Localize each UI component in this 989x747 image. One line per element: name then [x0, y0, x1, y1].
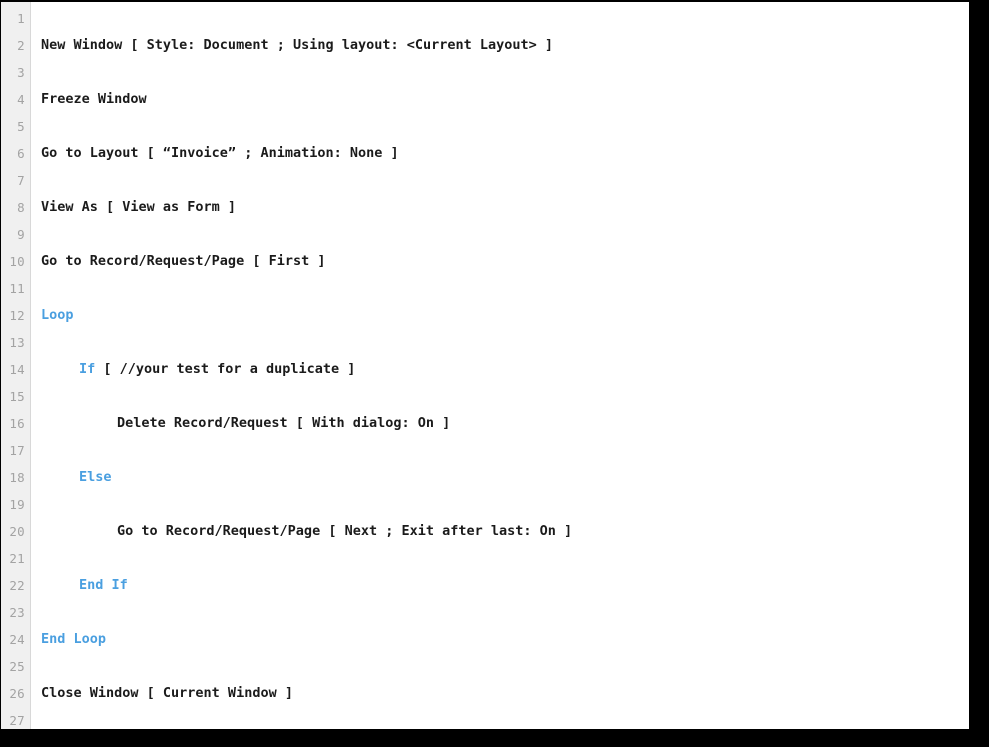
code-line[interactable]	[41, 167, 969, 194]
line-number: 24	[9, 632, 25, 647]
line-number: 7	[17, 173, 25, 188]
line-number: 6	[17, 146, 25, 161]
code-line[interactable]	[41, 707, 969, 729]
code-line[interactable]	[41, 437, 969, 464]
line-number: 8	[17, 200, 25, 215]
line-number: 21	[9, 551, 25, 566]
line-number: 25	[9, 659, 25, 674]
code-line[interactable]: If [ //your test for a duplicate ]	[41, 356, 969, 383]
code-line[interactable]: Go to Record/Request/Page [ First ]	[41, 248, 969, 275]
code-area[interactable]: New Window [ Style: Document ; Using lay…	[31, 2, 969, 729]
code-line[interactable]: End If	[41, 572, 969, 599]
line-number: 15	[9, 389, 25, 404]
line-number: 13	[9, 335, 25, 350]
script-step-text: Go to Record/Request/Page [ First ]	[41, 253, 326, 269]
code-line[interactable]: Delete Record/Request [ With dialog: On …	[41, 410, 969, 437]
line-number: 26	[9, 686, 25, 701]
code-line[interactable]: New Window [ Style: Document ; Using lay…	[41, 32, 969, 59]
line-number: 27	[9, 713, 25, 728]
code-line[interactable]	[41, 545, 969, 572]
line-number: 22	[9, 578, 25, 593]
script-keyword: End If	[79, 577, 128, 593]
code-line[interactable]	[41, 275, 969, 302]
script-editor-pane[interactable]: 1 2 3 4 5 6 7 8 9 10 11 12 13 14 15 16 17 18 19 20 21 22 23 24 2…	[1, 2, 969, 729]
script-step-text: Go to Record/Request/Page [ Next ; Exit …	[117, 523, 573, 539]
script-keyword: If	[79, 361, 96, 377]
code-line[interactable]: Go to Layout [ “Invoice” ; Animation: No…	[41, 140, 969, 167]
code-line[interactable]	[41, 653, 969, 680]
line-number: 12	[9, 308, 25, 323]
line-number: 3	[17, 65, 25, 80]
line-number: 11	[9, 281, 25, 296]
code-line[interactable]	[41, 59, 969, 86]
line-number: 2	[17, 38, 25, 53]
code-line[interactable]	[41, 221, 969, 248]
script-step-text: Close Window [ Current Window ]	[41, 685, 293, 701]
code-line[interactable]	[41, 383, 969, 410]
line-number: 18	[9, 470, 25, 485]
line-number: 16	[9, 416, 25, 431]
line-number: 10	[9, 254, 25, 269]
line-number: 20	[9, 524, 25, 539]
script-step-text: Go to Layout [ “Invoice” ; Animation: No…	[41, 145, 399, 161]
line-number: 1	[17, 11, 25, 26]
code-line[interactable]	[41, 5, 969, 32]
script-keyword: Else	[79, 469, 112, 485]
script-step-text: New Window [ Style: Document ; Using lay…	[41, 37, 554, 53]
line-number: 19	[9, 497, 25, 512]
script-keyword: End Loop	[41, 631, 107, 647]
code-line[interactable]	[41, 329, 969, 356]
code-line[interactable]	[41, 491, 969, 518]
code-line[interactable]: End Loop	[41, 626, 969, 653]
script-step-text: Delete Record/Request [ With dialog: On …	[117, 415, 451, 431]
script-step-text: [ //your test for a duplicate ]	[95, 361, 356, 377]
line-number: 23	[9, 605, 25, 620]
line-number: 14	[9, 362, 25, 377]
script-step-text: View As [ View as Form ]	[41, 199, 237, 215]
code-line[interactable]: Close Window [ Current Window ]	[41, 680, 969, 707]
code-line[interactable]: Loop	[41, 302, 969, 329]
line-number: 17	[9, 443, 25, 458]
line-number: 4	[17, 92, 25, 107]
script-keyword: Loop	[41, 307, 74, 323]
code-line[interactable]: Freeze Window	[41, 86, 969, 113]
line-number: 9	[17, 227, 25, 242]
code-line[interactable]	[41, 113, 969, 140]
screenshot-frame: 1 2 3 4 5 6 7 8 9 10 11 12 13 14 15 16 17 18 19 20 21 22 23 24 2…	[0, 0, 989, 747]
script-step-text: Freeze Window	[41, 91, 147, 107]
line-number: 5	[17, 119, 25, 134]
code-line[interactable]: Else	[41, 464, 969, 491]
line-number-gutter: 1 2 3 4 5 6 7 8 9 10 11 12 13 14 15 16 17 18 19 20 21 22 23 24 2…	[1, 2, 31, 729]
code-line[interactable]: View As [ View as Form ]	[41, 194, 969, 221]
code-line[interactable]: Go to Record/Request/Page [ Next ; Exit …	[41, 518, 969, 545]
code-line[interactable]	[41, 599, 969, 626]
